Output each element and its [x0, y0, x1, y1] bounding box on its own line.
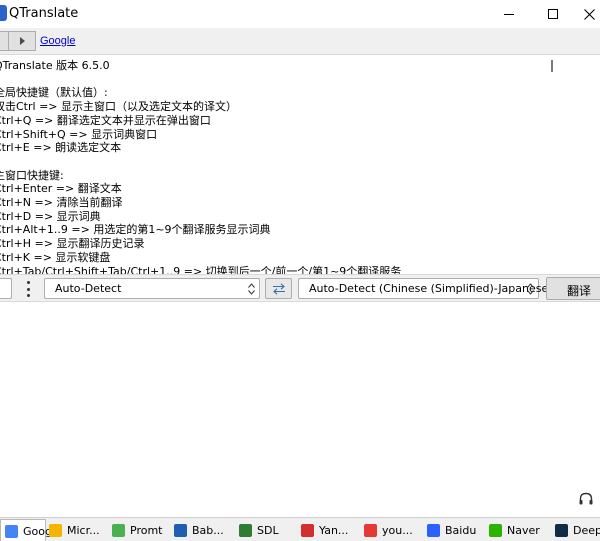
source-text-line: 全局快捷键（默认值）: [0, 86, 108, 100]
translate-button[interactable]: 翻译 [546, 277, 600, 300]
tab-promt[interactable]: Promt [110, 520, 170, 541]
tab-label: you... [382, 524, 413, 537]
forward-arrow-icon [19, 37, 25, 45]
tab-yan[interactable]: Yan... [299, 520, 359, 541]
swap-icon [273, 283, 285, 295]
service-link[interactable]: Google [40, 35, 75, 47]
baidu-icon [427, 524, 440, 537]
source-text-line: QTranslate 版本 6.5.0 [0, 59, 110, 72]
target-language-select[interactable]: Auto-Detect (Chinese (Simplified)-Japane… [298, 278, 553, 299]
bing-icon [49, 524, 62, 537]
source-text-line: 主窗口快捷键: [0, 168, 64, 182]
updown-arrow-icon [248, 283, 255, 295]
title-bar: QTranslate [0, 0, 600, 28]
nav-bar: Google [0, 28, 600, 55]
source-text-line: Ctrl+Q => 翻译选定文本并显示在弹出窗口 [0, 113, 211, 127]
tab-bab[interactable]: Bab... [172, 520, 234, 541]
tab-label: SDL [257, 524, 279, 537]
google-icon [5, 524, 18, 538]
naver-icon [489, 524, 502, 537]
translation-result-area[interactable] [0, 302, 600, 517]
tab-micr[interactable]: Micr... [47, 520, 107, 541]
tab-naver[interactable]: Naver [487, 520, 549, 541]
target-language-value: Auto-Detect (Chinese (Simplified)-Japane… [309, 282, 553, 295]
forward-button[interactable] [8, 31, 36, 51]
tab-label: Yan... [319, 524, 349, 537]
source-text-line: Ctrl+Shift+Q => 显示词典窗口 [0, 127, 158, 141]
translate-button-label: 翻译 [567, 284, 592, 298]
source-text-line: Ctrl+E => 朗读选定文本 [0, 141, 122, 155]
tab-baidu[interactable]: Baidu [425, 520, 485, 541]
tab-deep[interactable]: Deep [553, 520, 600, 541]
youdao-icon [364, 524, 377, 537]
minimize-icon [504, 13, 514, 15]
options-button[interactable] [0, 278, 12, 299]
tab-label: Bab... [192, 524, 224, 537]
source-text-line: 双击Ctrl => 显示主窗口（以及选定文本的译文） [0, 100, 237, 114]
tab-you[interactable]: you... [362, 520, 422, 541]
headphones-icon[interactable] [579, 492, 593, 505]
source-text-area[interactable]: QTranslate 版本 6.5.0 全局快捷键（默认值）: 双击Ctrl =>… [0, 56, 600, 274]
tab-label: Micr... [67, 524, 100, 537]
source-text-line: Ctrl+N => 清除当前翻译 [0, 196, 123, 210]
tab-label: Baidu [445, 524, 477, 537]
source-text-line: Ctrl+D => 显示词典 [0, 209, 101, 223]
window-title: QTranslate [9, 6, 79, 21]
source-language-value: Auto-Detect [55, 282, 122, 295]
source-text-line: Ctrl+Enter => 翻译文本 [0, 182, 122, 196]
source-text-line [0, 73, 401, 87]
promt-icon [112, 524, 125, 537]
close-button[interactable] [566, 0, 600, 28]
source-text-line [0, 155, 401, 169]
swap-languages-button[interactable] [265, 278, 292, 299]
sdl-icon [239, 524, 252, 537]
tab-sdl[interactable]: SDL [237, 520, 297, 541]
tab-google[interactable]: Google [0, 519, 62, 541]
app-icon [0, 5, 7, 21]
source-text: QTranslate 版本 6.5.0 全局快捷键（默认值）: 双击Ctrl =>… [0, 59, 401, 274]
tab-label: Promt [130, 524, 163, 537]
tab-label: Deep [573, 524, 600, 537]
close-icon [583, 8, 595, 20]
source-text-line: Ctrl+H => 显示翻译历史记录 [0, 237, 145, 251]
service-tab-bar: Google Micr... Promt Bab... SDL Yan... you... B… [0, 517, 600, 541]
maximize-icon [548, 9, 558, 19]
deepl-icon [555, 524, 568, 537]
updown-arrow-icon [527, 283, 534, 295]
text-cursor [551, 60, 553, 72]
source-text-line: Ctrl+Tab/Ctrl+Shift+Tab/Ctrl+1..9 => 切换到… [0, 264, 402, 274]
source-text-line: Ctrl+Alt+1..9 => 用选定的第1~9个翻译服务显示词典 [0, 223, 271, 237]
source-language-select[interactable]: Auto-Detect [44, 278, 260, 299]
source-text-line: Ctrl+K => 显示软键盘 [0, 250, 111, 264]
language-toolbar: Auto-Detect Auto-Detect (Chinese (Simpli… [0, 274, 600, 302]
more-menu-icon[interactable] [26, 281, 30, 297]
minimize-button[interactable] [486, 0, 532, 28]
tab-label: Naver [507, 524, 540, 537]
yandex-icon [301, 524, 314, 537]
babylon-icon [174, 524, 187, 537]
